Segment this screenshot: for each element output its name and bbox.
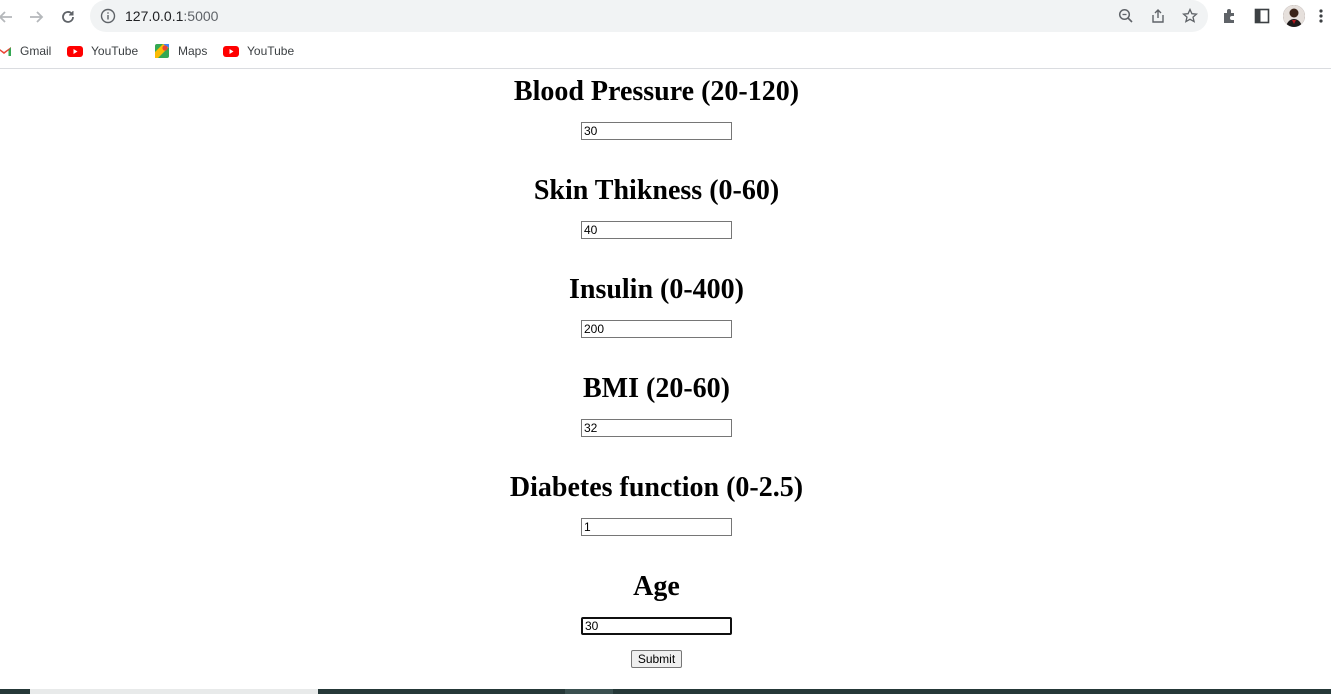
youtube-icon — [223, 46, 239, 57]
insulin-input[interactable] — [581, 320, 732, 338]
bookmark-label: Maps — [178, 44, 208, 58]
taskbar-search-box[interactable] — [30, 689, 318, 694]
diabetes-function-label: Diabetes function (0-2.5) — [509, 472, 804, 503]
url-port: :5000 — [183, 8, 219, 24]
address-bar[interactable]: 127.0.0.1:5000 — [90, 0, 1208, 32]
bmi-label: BMI (20-60) — [583, 373, 730, 404]
youtube-icon — [67, 46, 83, 57]
arrow-left-icon — [0, 11, 12, 23]
url-text[interactable]: 127.0.0.1:5000 — [125, 8, 218, 24]
profile-avatar[interactable] — [1283, 5, 1305, 27]
url-host: 127.0.0.1 — [125, 8, 184, 24]
gmail-icon — [0, 47, 11, 56]
arrow-right-icon — [30, 11, 44, 23]
reload-icon — [62, 11, 74, 23]
back-button[interactable] — [0, 5, 18, 29]
menu-kebab-icon[interactable] — [1317, 7, 1325, 25]
bookmark-youtube-2[interactable]: YouTube — [223, 43, 294, 59]
avatar-image — [1283, 5, 1305, 27]
bookmark-label: YouTube — [247, 44, 295, 58]
os-taskbar — [0, 689, 1331, 694]
skin-thickness-label: Skin Thikness (0-60) — [533, 175, 780, 206]
taskbar-active-app[interactable] — [565, 689, 613, 694]
maps-icon — [155, 44, 169, 58]
blood-pressure-label: Blood Pressure (20-120) — [513, 76, 800, 107]
bookmark-maps[interactable]: Maps — [154, 43, 207, 59]
share-icon[interactable] — [1150, 8, 1166, 24]
browser-toolbar: 127.0.0.1:5000 — [0, 0, 1331, 34]
form-page: Blood Pressure (20-120) Skin Thikness (0… — [0, 70, 1331, 689]
zoom-icon[interactable] — [1118, 8, 1134, 24]
skin-thickness-input[interactable] — [581, 221, 732, 239]
blood-pressure-input[interactable] — [581, 122, 732, 140]
age-label: Age — [633, 571, 680, 602]
submit-button[interactable]: Submit — [631, 650, 682, 668]
bmi-input[interactable] — [581, 419, 732, 437]
info-icon[interactable] — [100, 8, 116, 24]
extensions-icon[interactable] — [1221, 7, 1239, 25]
reload-button[interactable] — [56, 5, 80, 29]
forward-button[interactable] — [24, 5, 48, 29]
diabetes-function-input[interactable] — [581, 518, 732, 536]
bookmark-star-icon[interactable] — [1182, 8, 1198, 24]
bookmark-youtube-1[interactable]: YouTube — [67, 43, 138, 59]
side-panel-icon[interactable] — [1253, 7, 1271, 25]
bookmarks-bar: Gmail YouTube Maps YouTube — [0, 34, 1331, 69]
age-input[interactable] — [581, 617, 732, 635]
bookmark-label: Gmail — [20, 44, 52, 58]
bookmark-label: YouTube — [91, 44, 139, 58]
insulin-label: Insulin (0-400) — [568, 274, 745, 305]
bookmark-gmail[interactable]: Gmail — [0, 43, 51, 59]
